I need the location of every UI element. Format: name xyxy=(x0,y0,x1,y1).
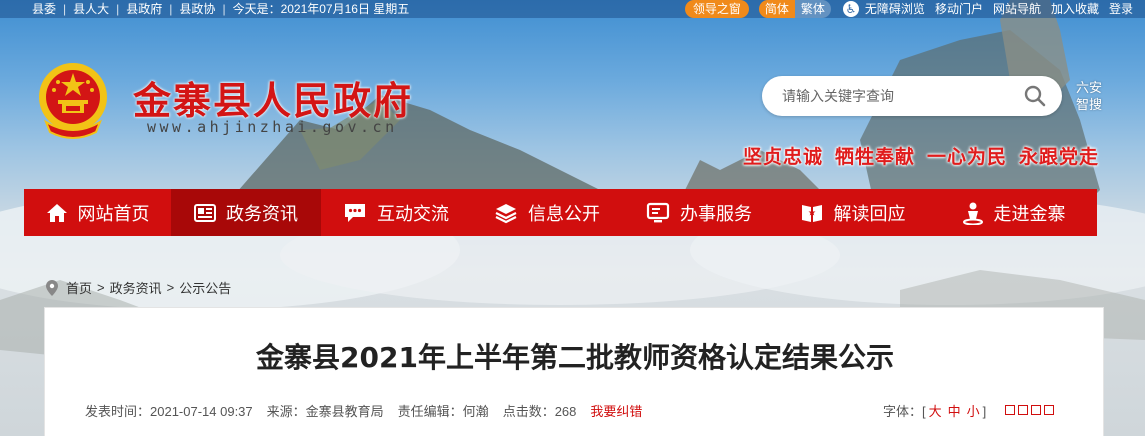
nav-item-info-public[interactable]: 信息公开 xyxy=(471,189,623,236)
topbar-link-county-cppcc[interactable]: 县政协 xyxy=(179,0,215,18)
font-size-large[interactable]: 大 xyxy=(929,404,942,419)
nav-item-services[interactable]: 办事服务 xyxy=(623,189,775,236)
today-date: 今天是：2021年07月16日 星期五 xyxy=(232,2,410,16)
home-icon xyxy=(46,203,67,222)
background-color-options xyxy=(1005,405,1057,415)
theme-swatch[interactable] xyxy=(1044,405,1054,415)
search-icon[interactable] xyxy=(1024,85,1046,107)
smart-search-line2: 智搜 xyxy=(1075,97,1102,112)
font-size-medium[interactable]: 中 xyxy=(948,404,961,419)
nav-item-label: 互动交流 xyxy=(377,203,449,224)
slogan-part: 永跟党走 xyxy=(1019,146,1100,168)
slogan: 坚贞忠诚 牺牲奉献 一心为民 永跟党走 xyxy=(743,142,1111,169)
search-box xyxy=(762,76,1062,116)
article-meta: 发表时间：2021-07-14 09:37 来源：金寨县教育局 责任编辑：何瀚 … xyxy=(85,401,656,420)
nav-item-label: 解读回应 xyxy=(833,203,906,224)
topbar-link-county-government[interactable]: 县政府 xyxy=(126,0,162,18)
layers-icon xyxy=(495,203,517,223)
topbar-link-county-committee[interactable]: 县委 xyxy=(32,0,56,18)
theme-swatch[interactable] xyxy=(1005,405,1015,415)
book-icon xyxy=(801,204,822,222)
font-size-label: 字体：[ xyxy=(883,404,926,419)
nav-item-news[interactable]: 政务资讯 xyxy=(171,189,321,236)
simplified-chinese-button[interactable]: 简体 xyxy=(758,0,795,18)
leader-window-button[interactable]: 领导之窗 xyxy=(684,0,749,18)
monitor-icon xyxy=(646,202,670,222)
breadcrumb-separator: > xyxy=(166,280,175,295)
main-nav: 网站首页 政务资讯 互动交流 信息公开 办事服务 解读回应 走进金寨 xyxy=(24,189,1097,236)
accessible-browse-link[interactable]: 无障碍浏览 xyxy=(865,0,925,18)
nav-item-interpretation[interactable]: 解读回应 xyxy=(775,189,930,236)
nav-item-label: 政务资讯 xyxy=(226,203,298,224)
traditional-chinese-button[interactable]: 繁体 xyxy=(794,0,831,18)
responsible-editor: 责任编辑：何瀚 xyxy=(397,404,489,419)
divider: | xyxy=(222,2,226,16)
site-title: 金寨县人民政府 xyxy=(133,78,414,123)
slogan-part: 一心为民 xyxy=(927,146,1008,168)
article-source: 来源：金寨县教育局 xyxy=(266,404,384,419)
slogan-part: 牺牲奉献 xyxy=(835,146,916,168)
chat-icon xyxy=(345,203,365,222)
smart-search-link[interactable]: 六安 智搜 xyxy=(1073,79,1105,113)
nav-item-label: 办事服务 xyxy=(680,203,752,224)
accessibility-icon: ♿ xyxy=(842,1,859,17)
breadcrumb-separator: > xyxy=(97,280,105,295)
article-panel: 金寨县2021年上半年第二批教师资格认定结果公示 发表时间：2021-07-14… xyxy=(44,307,1104,436)
theme-swatch[interactable] xyxy=(1018,405,1028,415)
mobile-portal-link[interactable]: 移动门户 xyxy=(935,0,983,18)
report-error-link[interactable]: 我要纠错 xyxy=(590,401,642,420)
smart-search-line1: 六安 xyxy=(1075,80,1102,95)
site-nav-link[interactable]: 网站导航 xyxy=(993,0,1041,18)
breadcrumb-news[interactable]: 政务资讯 xyxy=(110,278,162,297)
national-emblem-logo xyxy=(36,60,110,140)
font-size-close: ] xyxy=(982,404,987,419)
search-input[interactable] xyxy=(782,86,1012,106)
nav-item-label: 网站首页 xyxy=(77,203,150,224)
nav-item-label: 信息公开 xyxy=(528,203,600,224)
breadcrumb-home[interactable]: 首页 xyxy=(66,278,92,297)
divider: | xyxy=(169,2,173,16)
nav-item-about-jinzhai[interactable]: 走进金寨 xyxy=(930,189,1097,236)
top-utility-bar: 县委 | 县人大 | 县政府 | 县政协 | 今天是：2021年07月16日 星… xyxy=(0,0,1145,18)
article-title: 金寨县2021年上半年第二批教师资格认定结果公示 xyxy=(256,341,894,374)
breadcrumb: 首页 > 政务资讯 > 公示公告 xyxy=(46,278,231,297)
divider: | xyxy=(63,2,67,16)
click-count: 点击数：268 xyxy=(502,404,577,419)
nav-item-label: 走进金寨 xyxy=(993,203,1066,224)
news-icon xyxy=(194,203,216,222)
nav-item-interaction[interactable]: 互动交流 xyxy=(321,189,471,236)
location-person-icon xyxy=(962,202,983,225)
publish-time: 发表时间：2021-07-14 09:37 xyxy=(85,404,253,419)
add-favorite-link[interactable]: 加入收藏 xyxy=(1051,0,1099,18)
font-size-selector: 字体：[大中小] xyxy=(883,401,986,420)
location-pin-icon xyxy=(46,279,58,296)
site-url: www.ahjinzhai.gov.cn xyxy=(147,118,398,136)
nav-item-home[interactable]: 网站首页 xyxy=(24,189,171,236)
divider: | xyxy=(116,2,120,16)
font-size-small[interactable]: 小 xyxy=(967,404,980,419)
slogan-part: 坚贞忠诚 xyxy=(743,146,824,168)
theme-swatch[interactable] xyxy=(1031,405,1041,415)
topbar-link-county-congress[interactable]: 县人大 xyxy=(73,0,109,18)
login-link[interactable]: 登录 xyxy=(1109,0,1133,18)
breadcrumb-announcements[interactable]: 公示公告 xyxy=(179,278,231,297)
